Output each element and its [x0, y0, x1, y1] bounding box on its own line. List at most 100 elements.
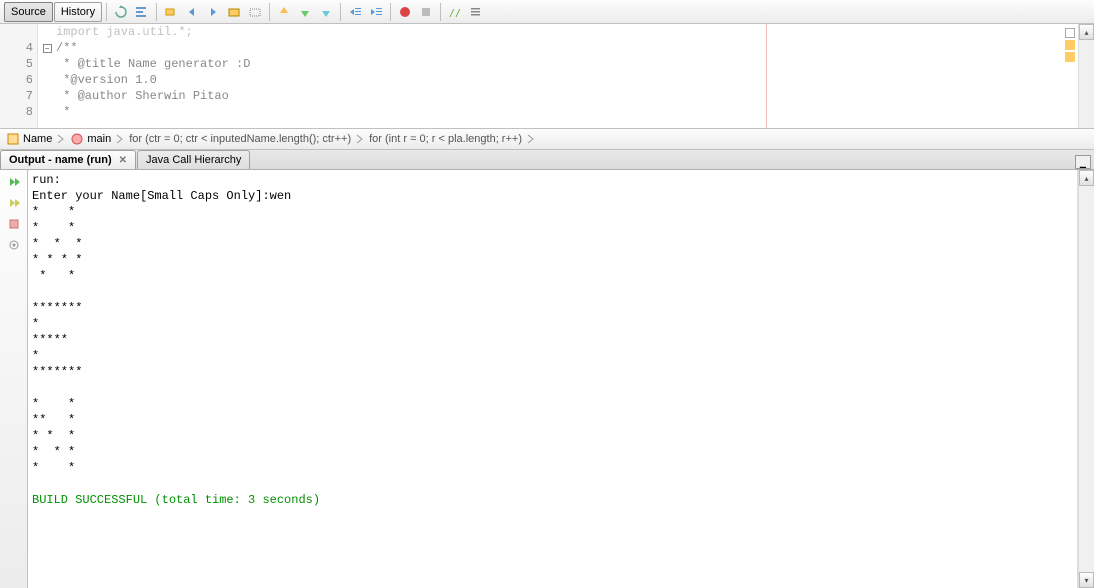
output-line: Enter your Name[Small Caps Only]:wen: [32, 188, 1073, 204]
warning-marker-icon[interactable]: [1065, 40, 1075, 50]
shift-up-icon[interactable]: [274, 2, 294, 22]
svg-text://: //: [449, 8, 461, 19]
toolbar-separator: [156, 3, 157, 21]
editor-toolbar: Source History //: [0, 0, 1094, 24]
source-button[interactable]: Source: [4, 2, 53, 22]
output-line: [32, 284, 1073, 300]
breadcrumb-label: for (int r = 0; r < pla.length; r++): [369, 133, 522, 145]
right-margin-line: [766, 24, 767, 128]
rerun-icon[interactable]: [4, 173, 24, 191]
output-line: * *: [32, 220, 1073, 236]
output-line: [32, 380, 1073, 396]
output-toolbar-rail: [0, 170, 28, 588]
class-icon: [6, 132, 20, 146]
record-icon[interactable]: [395, 2, 415, 22]
output-line: * *: [32, 268, 1073, 284]
output-line: *: [32, 348, 1073, 364]
output-line: * *: [32, 460, 1073, 476]
breadcrumb-chevron-icon[interactable]: [353, 131, 367, 147]
fold-toggle-icon[interactable]: −: [43, 44, 52, 53]
breadcrumb-chevron-icon[interactable]: [54, 131, 68, 147]
output-line: *******: [32, 364, 1073, 380]
line-number: 4: [0, 40, 33, 56]
format-icon[interactable]: [132, 2, 152, 22]
code-line: * @title Name generator :D: [56, 56, 1094, 72]
error-stripe-ok-icon: [1065, 28, 1075, 38]
output-line: * *: [32, 396, 1073, 412]
toolbar-separator: [269, 3, 270, 21]
output-line: * * *: [32, 428, 1073, 444]
stop-icon[interactable]: [416, 2, 436, 22]
breadcrumb-item-for1[interactable]: for (ctr = 0; ctr < inputedName.length()…: [127, 133, 353, 145]
toolbar-separator: [340, 3, 341, 21]
line-number-gutter: 4 5 6 7 8: [0, 24, 38, 128]
output-line: *: [32, 316, 1073, 332]
shift-down2-icon[interactable]: [316, 2, 336, 22]
output-line: ** *: [32, 412, 1073, 428]
tab-call-hierarchy[interactable]: Java Call Hierarchy: [137, 150, 250, 169]
breadcrumb-label: for (ctr = 0; ctr < inputedName.length()…: [129, 133, 351, 145]
scroll-up-icon[interactable]: ▴: [1079, 24, 1094, 40]
uncomment-icon[interactable]: [466, 2, 486, 22]
undo-yellow-icon[interactable]: [161, 2, 181, 22]
output-line: *****: [32, 332, 1073, 348]
fold-column: −: [38, 24, 56, 128]
scroll-down-icon[interactable]: ▾: [1079, 572, 1094, 588]
settings-output-icon[interactable]: [4, 236, 24, 254]
code-content[interactable]: import java.util.*; /** * @title Name ge…: [56, 24, 1094, 128]
output-tabs-bar: Output - name (run) ✕ Java Call Hierarch…: [0, 150, 1094, 170]
build-success-line: BUILD SUCCESSFUL (total time: 3 seconds): [32, 492, 1073, 508]
breadcrumb-chevron-icon[interactable]: [524, 131, 538, 147]
breadcrumb-label: Name: [23, 133, 52, 145]
code-editor[interactable]: 4 5 6 7 8 − import java.util.*; /** * @t…: [0, 24, 1094, 128]
box-select-icon[interactable]: [224, 2, 244, 22]
warning-marker-icon[interactable]: [1065, 52, 1075, 62]
breadcrumb-bar: Name main for (ctr = 0; ctr < inputedNam…: [0, 128, 1094, 150]
breadcrumb-item-for2[interactable]: for (int r = 0; r < pla.length; r++): [367, 133, 524, 145]
breadcrumb-item-method[interactable]: main: [68, 132, 113, 146]
error-stripe: [1062, 24, 1078, 62]
shift-down-icon[interactable]: [295, 2, 315, 22]
output-line: [32, 476, 1073, 492]
output-panel: run:Enter your Name[Small Caps Only]:wen…: [0, 170, 1094, 588]
comment-icon[interactable]: //: [445, 2, 465, 22]
line-number: 6: [0, 72, 33, 88]
history-button[interactable]: History: [54, 2, 102, 22]
output-line: *******: [32, 300, 1073, 316]
output-line: * * *: [32, 236, 1073, 252]
nav-back-icon[interactable]: [182, 2, 202, 22]
editor-scrollbar[interactable]: ▴: [1078, 24, 1094, 128]
output-line: * * *: [32, 444, 1073, 460]
toolbar-separator: [440, 3, 441, 21]
code-line: /**: [56, 40, 1094, 56]
method-icon: [70, 132, 84, 146]
code-line: *: [56, 104, 1094, 120]
tab-label: Output - name (run): [9, 154, 112, 166]
breadcrumb-chevron-icon[interactable]: [113, 131, 127, 147]
outdent-icon[interactable]: [345, 2, 365, 22]
line-number: 8: [0, 104, 33, 120]
output-line: * * * *: [32, 252, 1073, 268]
tab-output[interactable]: Output - name (run) ✕: [0, 150, 136, 169]
line-number: 7: [0, 88, 33, 104]
stop-output-icon[interactable]: [4, 215, 24, 233]
breadcrumb-item-class[interactable]: Name: [4, 132, 54, 146]
output-line: run:: [32, 172, 1073, 188]
output-scrollbar[interactable]: ▴ ▾: [1078, 170, 1094, 588]
output-console[interactable]: run:Enter your Name[Small Caps Only]:wen…: [28, 170, 1078, 588]
scroll-up-icon[interactable]: ▴: [1079, 170, 1094, 186]
tab-label: Java Call Hierarchy: [146, 154, 241, 166]
breadcrumb-label: main: [87, 133, 111, 145]
box-dotted-icon[interactable]: [245, 2, 265, 22]
minimize-panel-button[interactable]: ▁: [1075, 155, 1091, 169]
line-number: [0, 24, 33, 40]
indent-icon[interactable]: [366, 2, 386, 22]
nav-fwd-icon[interactable]: [203, 2, 223, 22]
code-line: *@version 1.0: [56, 72, 1094, 88]
refresh-icon[interactable]: [111, 2, 131, 22]
toolbar-separator: [106, 3, 107, 21]
rerun-alt-icon[interactable]: [4, 194, 24, 212]
output-line: * *: [32, 204, 1073, 220]
close-icon[interactable]: ✕: [119, 155, 127, 166]
toolbar-separator: [390, 3, 391, 21]
